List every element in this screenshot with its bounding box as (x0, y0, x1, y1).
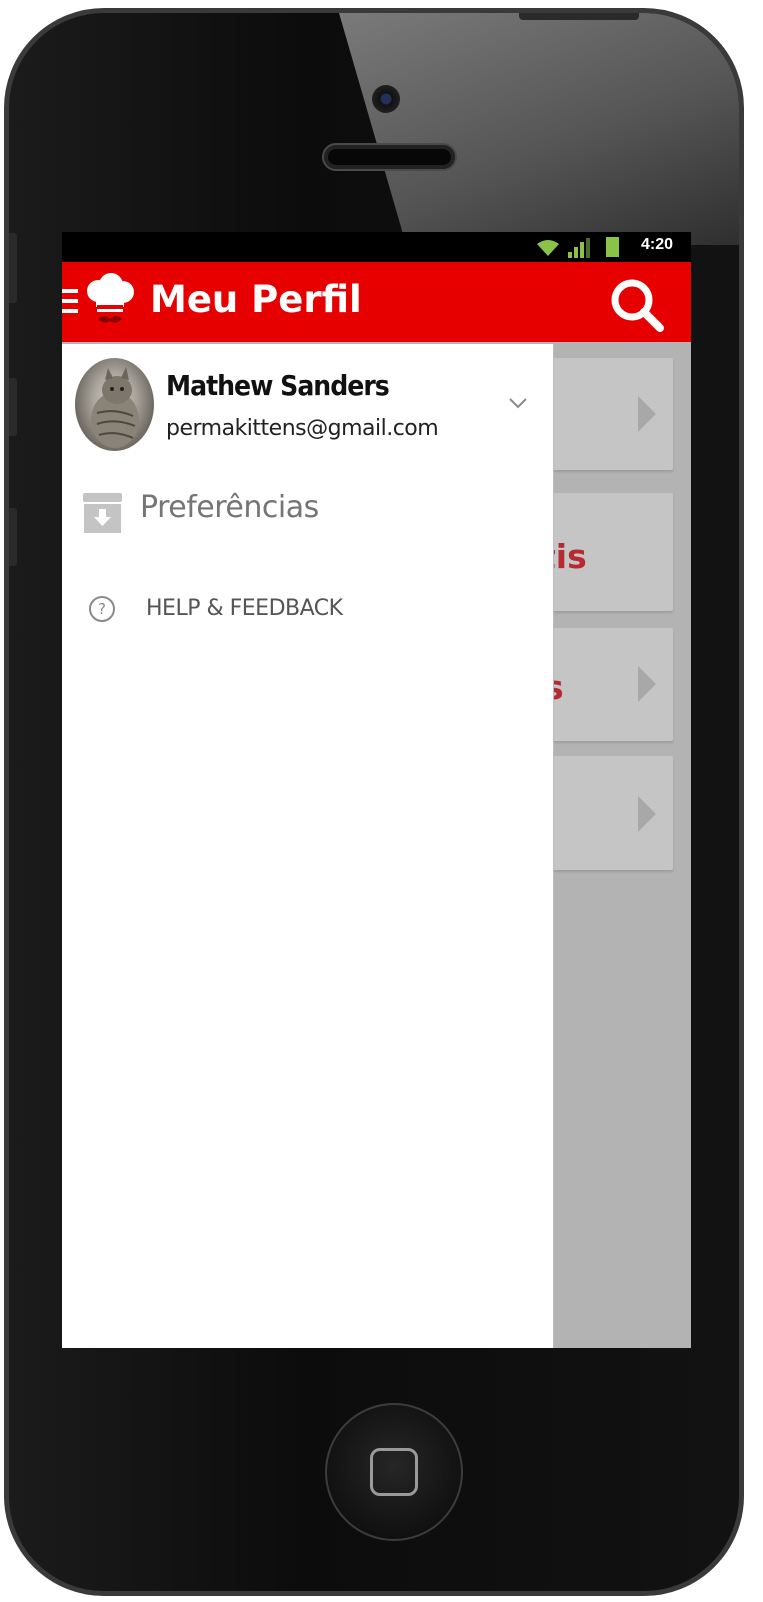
chevron-down-icon[interactable] (508, 396, 528, 410)
cat-photo (91, 367, 139, 448)
front-camera (372, 85, 400, 113)
help-circle-icon: ? (89, 596, 115, 622)
home-button[interactable] (325, 1403, 463, 1541)
play-arrow-icon (638, 796, 656, 832)
navigation-drawer: Mathew Sanders permakittens@gmail.com Pr… (62, 344, 554, 1348)
avatar[interactable] (75, 358, 154, 451)
device-screen: tis s 4:20 Meu Perfil (62, 232, 691, 1348)
app-bar: Meu Perfil (62, 262, 691, 342)
home-square-icon (370, 1448, 418, 1496)
status-bar: 4:20 (62, 232, 691, 262)
volume-down-button (9, 508, 17, 566)
user-email: permakittens@gmail.com (166, 416, 439, 441)
play-arrow-icon (638, 666, 656, 702)
svg-text:?: ? (98, 600, 106, 618)
earpiece-speaker (322, 143, 457, 171)
chef-hat-icon (87, 273, 134, 323)
signal-icon (568, 238, 590, 258)
wifi-icon (537, 240, 559, 256)
battery-icon (606, 237, 619, 257)
drawer-item-label: Preferências (140, 490, 319, 525)
glass-reflection (339, 13, 739, 245)
search-icon[interactable] (609, 277, 665, 333)
page-title: Meu Perfil (150, 278, 362, 321)
user-name: Mathew Sanders (166, 369, 390, 402)
archive-download-icon (83, 493, 122, 533)
mute-switch (9, 233, 17, 303)
play-arrow-icon (638, 396, 656, 432)
power-button (519, 13, 639, 20)
menu-icon[interactable] (62, 289, 78, 315)
volume-up-button (9, 378, 17, 436)
status-time: 4:20 (640, 236, 673, 253)
drawer-item-label: HELP & FEEDBACK (146, 596, 343, 621)
